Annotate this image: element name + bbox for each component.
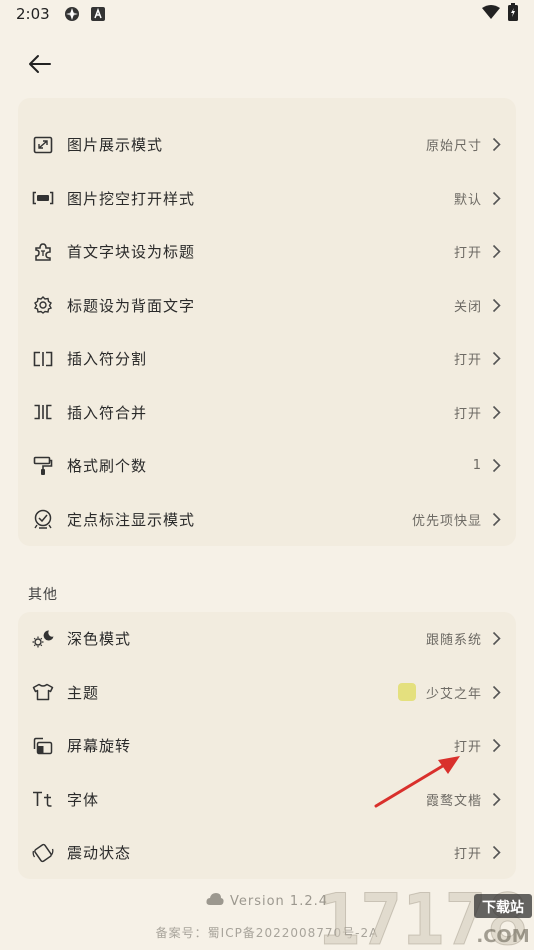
- setting-label: 定点标注显示模式: [67, 510, 196, 529]
- chevron-right-icon: [490, 297, 502, 313]
- app-notification-icon: [64, 6, 80, 22]
- setting-value: 1: [472, 458, 482, 474]
- wifi-icon: [482, 5, 500, 23]
- setting-title-as-back-text[interactable]: 标题设为背面文字 关闭: [18, 279, 516, 333]
- setting-pin-annotation-mode[interactable]: 定点标注显示模式 优先项快显: [18, 493, 516, 547]
- gear-back-icon: [32, 294, 54, 316]
- setting-cloze-open-style[interactable]: 图片挖空打开样式 默认: [18, 172, 516, 226]
- theme-color-swatch: [397, 683, 416, 702]
- format-brush-icon: [32, 455, 54, 477]
- setting-label: 主题: [67, 683, 100, 702]
- cloud-logo-icon: [206, 892, 224, 910]
- setting-insert-split[interactable]: 插入符分割 打开: [18, 332, 516, 386]
- split-icon: [32, 348, 54, 370]
- setting-label: 标题设为背面文字: [67, 296, 196, 315]
- setting-image-display-mode[interactable]: 图片展示模式 原始尺寸: [18, 118, 516, 172]
- version-text: Version 1.2.4: [229, 893, 328, 909]
- setting-value: 打开: [453, 847, 482, 863]
- setting-label: 震动状态: [67, 844, 132, 863]
- status-bar: 2:03: [0, 0, 534, 28]
- watermark-badge: 下载站: [482, 899, 524, 916]
- watermark-domain: .COM: [476, 926, 529, 947]
- rotate-icon: [32, 735, 54, 757]
- vibrate-icon: [32, 842, 54, 864]
- chevron-right-icon: [490, 244, 502, 260]
- setting-value: 打开: [453, 353, 482, 369]
- setting-label: 图片挖空打开样式: [67, 189, 196, 208]
- setting-value: 打开: [453, 406, 482, 422]
- back-button[interactable]: [22, 46, 58, 82]
- setting-dark-mode[interactable]: 深色模式 跟随系统: [18, 612, 516, 666]
- chevron-right-icon: [490, 458, 502, 474]
- settings-card-main: 图片展示模式 原始尺寸 图片挖空打开样式 默认 首文字块设为标题 打开 标题设为…: [18, 98, 516, 546]
- chevron-right-icon: [490, 684, 502, 700]
- settings-card-other: 深色模式 跟随系统 主题 少艾之年 屏幕旋转 打开 字体 霞鹜文楷 震动状态 打…: [18, 612, 516, 879]
- chevron-right-icon: [490, 351, 502, 367]
- cloze-style-icon: [32, 187, 54, 209]
- setting-value: 关闭: [453, 299, 482, 315]
- arrow-left-icon: [29, 55, 51, 73]
- dark-mode-icon: [32, 628, 54, 650]
- setting-label: 格式刷个数: [67, 457, 148, 476]
- setting-value: 默认: [453, 192, 482, 208]
- a-notification-icon: [90, 6, 106, 22]
- image-mode-icon: [32, 134, 54, 156]
- setting-label: 屏幕旋转: [67, 737, 132, 756]
- shirt-icon: [32, 681, 54, 703]
- setting-value: 少艾之年: [425, 686, 482, 702]
- setting-value: 原始尺寸: [425, 139, 482, 155]
- chevron-right-icon: [490, 404, 502, 420]
- puzzle-title-icon: [32, 241, 54, 263]
- setting-value: 优先项快显: [411, 513, 482, 529]
- chevron-right-icon: [490, 137, 502, 153]
- pin-annotation-icon: [32, 508, 54, 530]
- setting-insert-merge[interactable]: 插入符合并 打开: [18, 386, 516, 440]
- setting-label: 插入符分割: [67, 350, 148, 369]
- setting-label: 插入符合并: [67, 403, 148, 422]
- setting-format-brush-count[interactable]: 格式刷个数 1: [18, 439, 516, 493]
- setting-theme[interactable]: 主题 少艾之年: [18, 666, 516, 720]
- setting-vibration[interactable]: 震动状态 打开: [18, 826, 516, 880]
- annotation-arrow-icon: [374, 756, 460, 808]
- chevron-right-icon: [490, 845, 502, 861]
- chevron-right-icon: [490, 190, 502, 206]
- setting-first-block-as-title[interactable]: 首文字块设为标题 打开: [18, 225, 516, 279]
- setting-value: 跟随系统: [425, 633, 482, 649]
- setting-value: 打开: [453, 246, 482, 262]
- font-icon: [32, 788, 54, 810]
- status-time: 2:03: [16, 5, 50, 23]
- merge-icon: [32, 401, 54, 423]
- setting-label: 首文字块设为标题: [67, 243, 196, 262]
- battery-icon: [508, 3, 518, 25]
- section-title-other: 其他: [28, 587, 58, 603]
- chevron-right-icon: [490, 791, 502, 807]
- setting-label: 字体: [67, 790, 100, 809]
- chevron-right-icon: [490, 511, 502, 527]
- setting-label: 图片展示模式: [67, 136, 164, 155]
- setting-value-wrap: 少艾之年: [397, 683, 482, 702]
- chevron-right-icon: [490, 631, 502, 647]
- setting-label: 深色模式: [67, 630, 132, 649]
- watermark-logo: 17178 下载站 .COM: [318, 880, 532, 950]
- chevron-right-icon: [490, 738, 502, 754]
